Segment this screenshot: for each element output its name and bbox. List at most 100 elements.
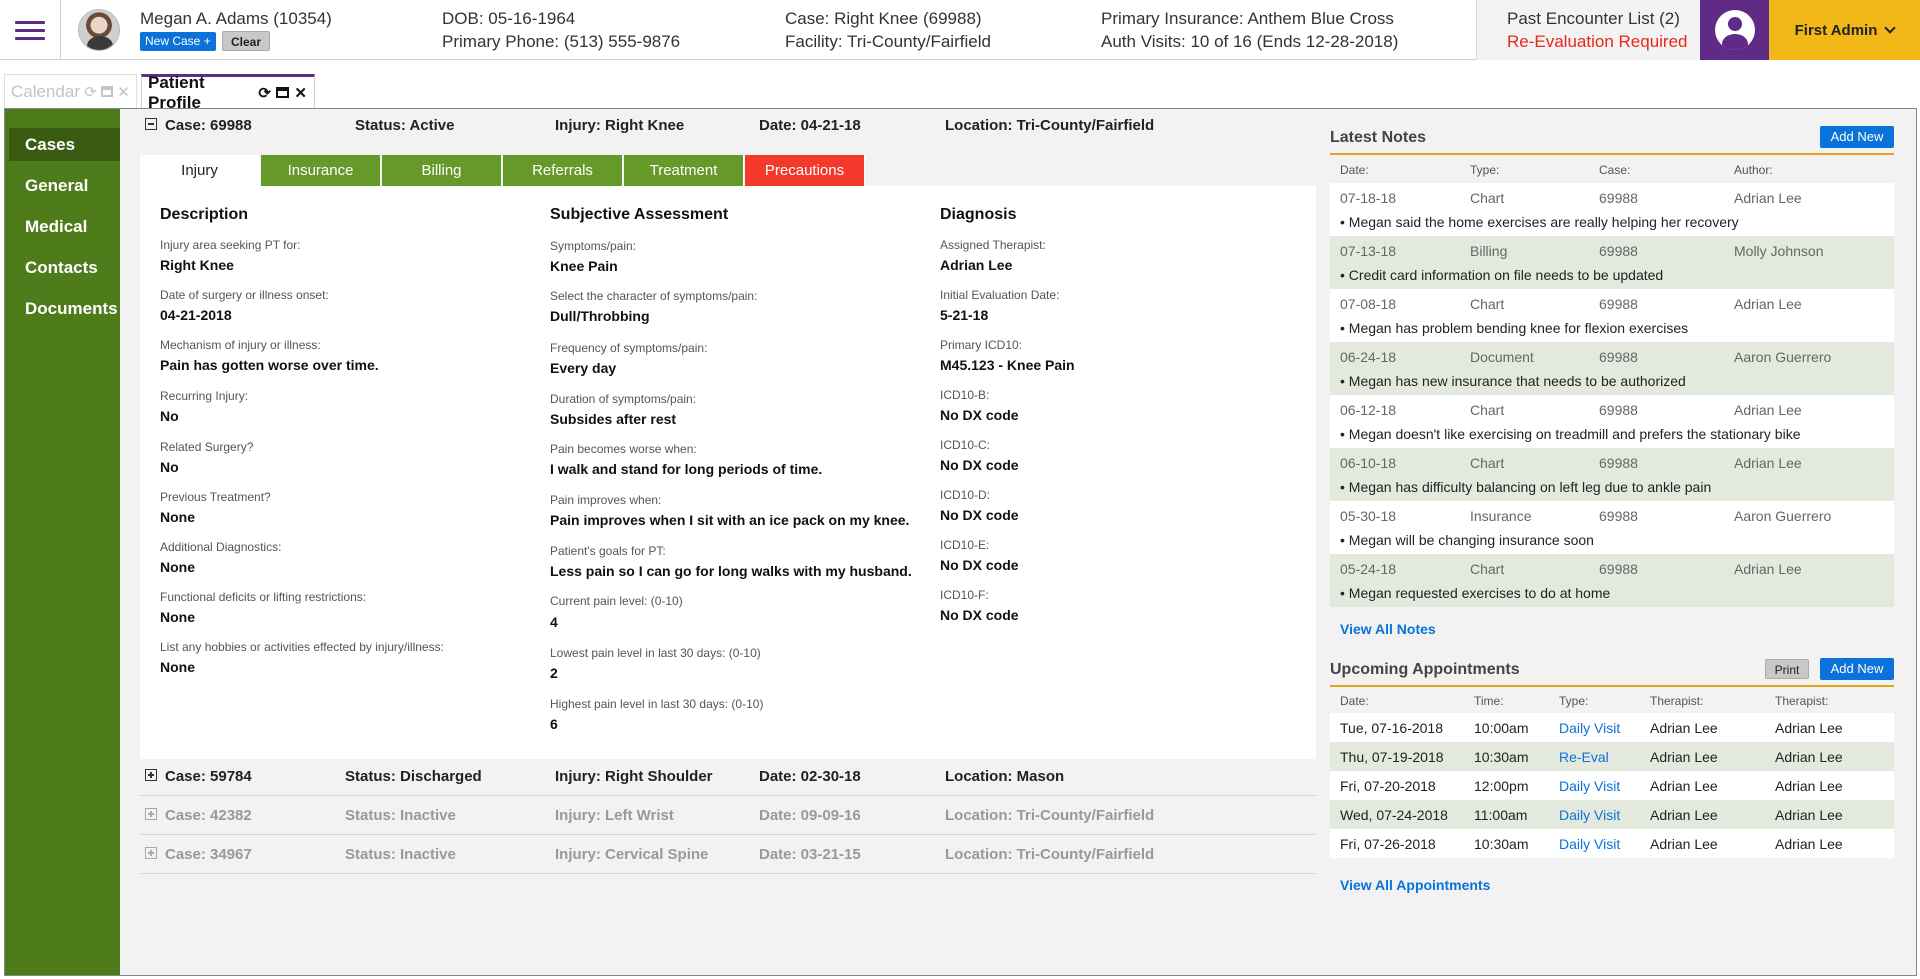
column-header: Date: — [1340, 694, 1369, 708]
appointment-therapist: Adrian Lee — [1650, 807, 1718, 823]
note-type: Chart — [1470, 296, 1505, 312]
past-encounter-panel[interactable]: Past Encounter List (2) Re-Evaluation Re… — [1476, 0, 1700, 60]
appointment-type-link[interactable]: Daily Visit — [1559, 720, 1620, 736]
note-type: Insurance — [1470, 508, 1532, 524]
field-label: Symptoms/pain: — [550, 239, 637, 253]
note-row[interactable]: 06-12-18 Chart 69988 Adrian Lee • Megan … — [1330, 395, 1894, 448]
expand-icon[interactable] — [145, 769, 157, 781]
add-note-button[interactable]: Add New — [1820, 126, 1894, 148]
tab-injury[interactable]: Injury — [140, 155, 260, 186]
tab-precautions[interactable]: Precautions — [745, 155, 865, 186]
sidebar-item-contacts[interactable]: Contacts — [5, 251, 120, 284]
note-date: 05-30-18 — [1340, 508, 1397, 524]
note-row[interactable]: 07-08-18 Chart 69988 Adrian Lee • Megan … — [1330, 289, 1894, 342]
appointment-row[interactable]: Tue, 07-16-2018 10:00am Daily Visit Adri… — [1330, 713, 1894, 742]
case-row[interactable]: Case: 34967 Status: Inactive Injury: Cer… — [140, 838, 1316, 872]
maximize-icon[interactable] — [100, 86, 114, 97]
sidebar-item-medical[interactable]: Medical — [5, 210, 120, 243]
note-author: Adrian Lee — [1734, 455, 1802, 471]
note-case: 69988 — [1599, 561, 1638, 577]
view-all-appointments-link[interactable]: View All Appointments — [1340, 877, 1490, 893]
column-header: Type: — [1470, 163, 1500, 177]
case-status: Status: Discharged — [345, 768, 482, 785]
appointment-type-link[interactable]: Daily Visit — [1559, 778, 1620, 794]
new-case-button[interactable]: New Case + — [140, 32, 216, 51]
note-row[interactable]: 05-30-18 Insurance 69988 Aaron Guerrero … — [1330, 501, 1894, 554]
note-date: 07-18-18 — [1340, 190, 1397, 206]
print-button[interactable]: Print — [1765, 659, 1809, 679]
sidebar-item-general[interactable]: General — [5, 169, 120, 202]
tab-treatment[interactable]: Treatment — [624, 155, 744, 186]
tab-referrals[interactable]: Referrals — [503, 155, 623, 186]
expand-icon[interactable] — [145, 808, 157, 820]
case-status: Status: Inactive — [345, 846, 456, 863]
chevron-down-icon — [1884, 21, 1897, 34]
sidebar-item-documents[interactable]: Documents — [5, 292, 120, 325]
notes-title: Latest Notes — [1330, 129, 1427, 146]
refresh-icon[interactable]: ⟳ — [257, 84, 272, 102]
expand-icon[interactable] — [145, 847, 157, 859]
user-avatar-icon[interactable] — [1700, 0, 1769, 60]
case-row[interactable]: Case: 59784 Status: Discharged Injury: R… — [140, 760, 1316, 794]
appointment-row[interactable]: Wed, 07-24-2018 11:00am Daily Visit Adri… — [1330, 800, 1894, 829]
field-label: Pain improves when: — [550, 493, 662, 507]
collapse-icon[interactable] — [145, 118, 157, 130]
case-row[interactable]: Case: 42382 Status: Inactive Injury: Lef… — [140, 799, 1316, 833]
primary-insurance: Primary Insurance: Anthem Blue Cross — [1101, 9, 1394, 28]
sidebar-item-cases[interactable]: Cases — [9, 128, 120, 161]
appointment-date: Wed, 07-24-2018 — [1340, 807, 1448, 823]
field-label: Select the character of symptoms/pain: — [550, 289, 758, 303]
case-number: Case: 59784 — [165, 768, 252, 785]
appointment-therapist: Adrian Lee — [1650, 778, 1718, 794]
note-text: • Megan has new insurance that needs to … — [1340, 373, 1686, 389]
view-all-notes-link[interactable]: View All Notes — [1340, 621, 1436, 637]
field-value: Every day — [550, 360, 617, 376]
field-value: I walk and stand for long periods of tim… — [550, 461, 823, 477]
note-type: Chart — [1470, 190, 1505, 206]
appointment-therapist: Adrian Lee — [1650, 836, 1718, 852]
appointment-type-link[interactable]: Daily Visit — [1559, 807, 1620, 823]
field-value: 2 — [550, 665, 558, 681]
close-icon[interactable]: ✕ — [117, 83, 130, 101]
note-row[interactable]: 07-18-18 Chart 69988 Adrian Lee • Megan … — [1330, 183, 1894, 236]
appointment-type-link[interactable]: Re-Eval — [1559, 749, 1609, 765]
case-header-active[interactable]: Case: 69988 Status: Active Injury: Right… — [140, 109, 1316, 143]
appointment-date: Fri, 07-20-2018 — [1340, 778, 1436, 794]
note-type: Document — [1470, 349, 1534, 365]
appointment-type-link[interactable]: Daily Visit — [1559, 836, 1620, 852]
refresh-icon[interactable]: ⟳ — [84, 83, 97, 101]
appointment-date: Tue, 07-16-2018 — [1340, 720, 1443, 736]
close-icon[interactable]: ✕ — [293, 84, 308, 102]
facility: Facility: Tri-County/Fairfield — [785, 32, 991, 51]
note-date: 06-12-18 — [1340, 402, 1397, 418]
field-value: Less pain so I can go for long walks wit… — [550, 563, 912, 579]
note-row[interactable]: 06-10-18 Chart 69988 Adrian Lee • Megan … — [1330, 448, 1894, 501]
clear-button[interactable]: Clear — [222, 31, 271, 51]
appointment-row[interactable]: Thu, 07-19-2018 10:30am Re-Eval Adrian L… — [1330, 742, 1894, 771]
maximize-icon[interactable] — [276, 87, 290, 98]
case-number: Case: 42382 — [165, 807, 252, 824]
menu-icon[interactable] — [0, 0, 61, 60]
tab-billing[interactable]: Billing — [382, 155, 502, 186]
field-label: Injury area seeking PT for: — [160, 238, 301, 252]
note-row[interactable]: 07-13-18 Billing 69988 Molly Johnson • C… — [1330, 236, 1894, 289]
appointment-time: 10:00am — [1474, 720, 1529, 736]
user-menu-button[interactable]: First Admin — [1769, 0, 1920, 60]
tab-calendar[interactable]: Calendar ⟳ ✕ — [4, 74, 137, 108]
appointment-row[interactable]: Fri, 07-20-2018 12:00pm Daily Visit Adri… — [1330, 771, 1894, 800]
note-case: 69988 — [1599, 243, 1638, 259]
section-title: Subjective Assessment — [550, 206, 729, 223]
column-header: Date: — [1340, 163, 1369, 177]
note-row[interactable]: 06-24-18 Document 69988 Aaron Guerrero •… — [1330, 342, 1894, 395]
past-encounter-link[interactable]: Past Encounter List (2) — [1507, 9, 1680, 29]
field-value: No DX code — [940, 607, 1019, 623]
tab-insurance[interactable]: Insurance — [261, 155, 381, 186]
divider — [140, 795, 1316, 796]
tab-patient-profile[interactable]: Patient Profile ⟳ ✕ — [141, 73, 315, 112]
note-case: 69988 — [1599, 455, 1638, 471]
appointment-row[interactable]: Fri, 07-26-2018 10:30am Daily Visit Adri… — [1330, 829, 1894, 858]
add-appointment-button[interactable]: Add New — [1820, 658, 1894, 680]
note-row[interactable]: 05-24-18 Chart 69988 Adrian Lee • Megan … — [1330, 554, 1894, 607]
column-header: Therapist: — [1775, 694, 1829, 708]
field-label: Assigned Therapist: — [940, 238, 1046, 252]
